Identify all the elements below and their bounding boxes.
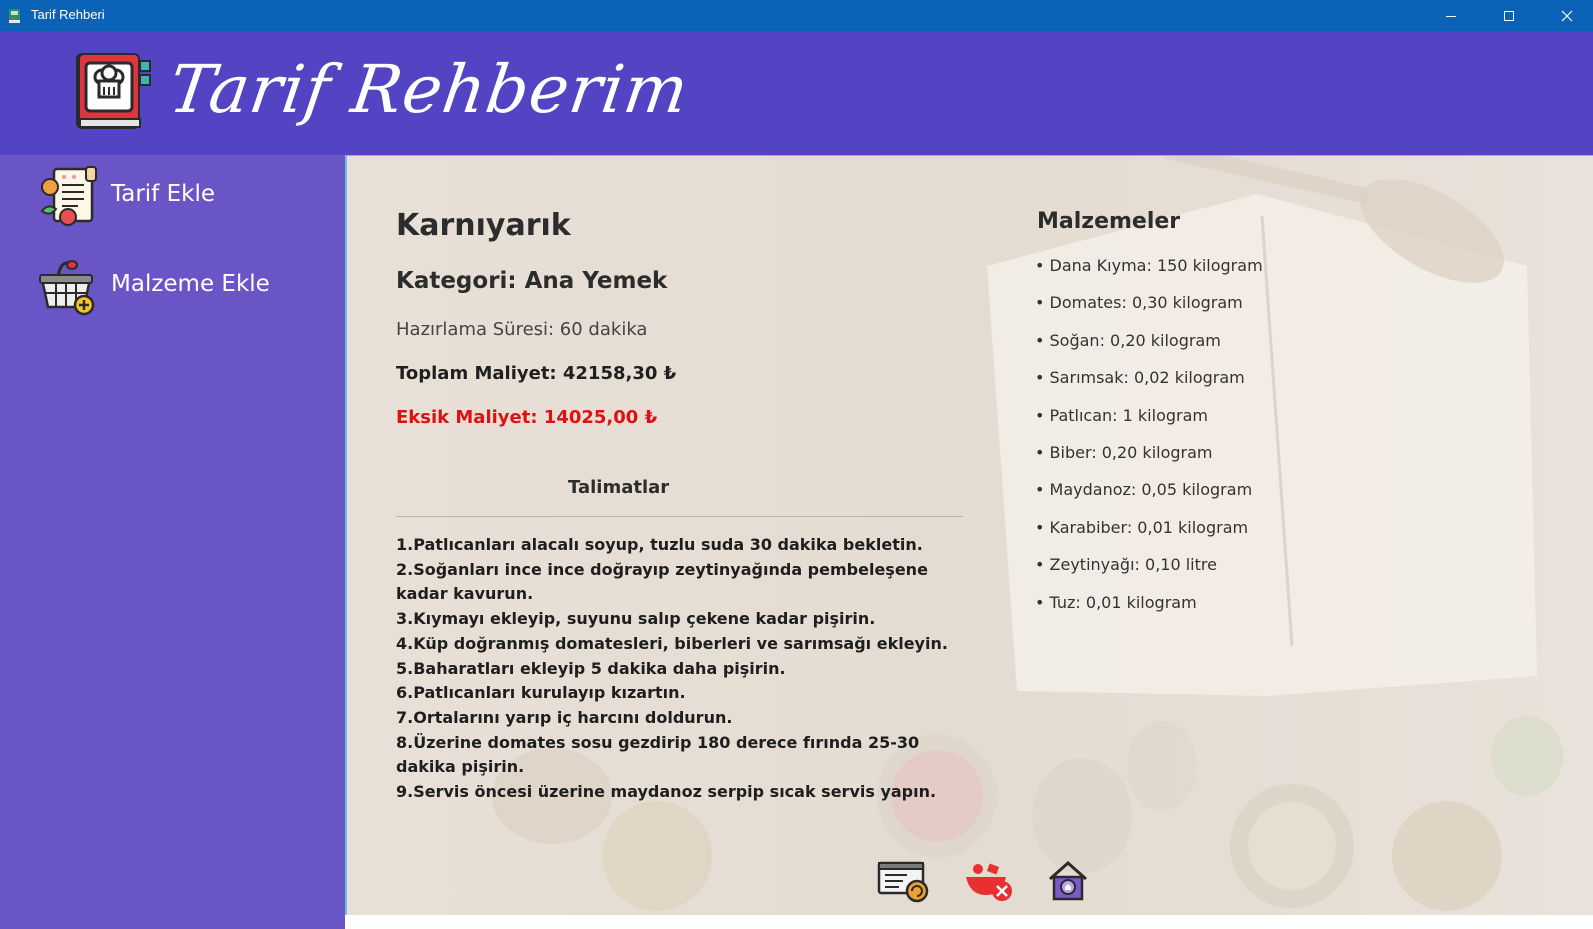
instructions-list: 1.Patlıcanları alacalı soyup, tuzlu suda… (396, 533, 966, 805)
ingredients-heading: Malzemeler (1037, 209, 1181, 234)
recipe-detail-panel: Karnıyarık Kategori: Ana Yemek Hazırlama… (345, 155, 1593, 915)
recipe-prep-time: Hazırlama Süresi: 60 dakika (396, 319, 648, 340)
instruction-step: 6.Patlıcanları kurulayıp kızartın. (396, 683, 686, 703)
ingredient-item: • Zeytinyağı: 0,10 litre (1035, 555, 1217, 575)
instruction-step: 1.Patlıcanları alacalı soyup, tuzlu suda… (396, 535, 923, 554)
delete-recipe-icon (966, 863, 1012, 901)
update-recipe-button[interactable] (877, 859, 931, 903)
title-bar: Tarif Rehberi (0, 0, 1593, 31)
instructions-divider (396, 516, 963, 517)
home-button[interactable] (1044, 859, 1098, 903)
ingredient-item: • Domates: 0,30 kilogram (1035, 293, 1243, 313)
sidebar-item-label: Malzeme Ekle (111, 271, 270, 297)
close-button[interactable] (1538, 0, 1593, 31)
ingredient-item: • Dana Kıyma: 150 kilogram (1035, 256, 1263, 275)
ingredient-item: • Maydanoz: 0,05 kilogram (1035, 480, 1253, 500)
minimize-button[interactable] (1422, 0, 1480, 31)
app-logo-text: Tarif Rehberim (164, 51, 694, 128)
instruction-step: 7.Ortalarını yarıp iç harcını doldurun. (396, 707, 733, 727)
delete-recipe-button[interactable] (962, 859, 1016, 903)
ingredient-item: • Soğan: 0,20 kilogram (1035, 330, 1221, 350)
instructions-heading: Talimatlar (568, 477, 670, 498)
recipe-title: Karnıyarık (396, 208, 571, 243)
basket-add-icon (39, 260, 95, 316)
instruction-step: 8.Üzerine domates sosu gezdirip 180 dere… (396, 732, 920, 777)
home-icon (1049, 860, 1087, 901)
minimize-icon (1446, 15, 1456, 17)
maximize-button[interactable] (1480, 0, 1538, 31)
recipe-document-icon (40, 166, 97, 226)
window-title: Tarif Rehberi (31, 7, 105, 22)
instruction-step: 5.Baharatları ekleyip 5 dakika daha pişi… (396, 658, 786, 678)
ingredient-item: • Karabiber: 0,01 kilogram (1035, 517, 1249, 537)
sidebar-item-label: Tarif Ekle (111, 181, 215, 207)
ingredient-item: • Sarımsak: 0,02 kilogram (1035, 368, 1245, 388)
recipe-category: Kategori: Ana Yemek (396, 268, 668, 294)
sidebar-item-malzeme-ekle[interactable]: Malzeme Ekle (0, 255, 345, 335)
bottom-strip (345, 915, 1593, 929)
ingredient-item: • Patlıcan: 1 kilogram (1035, 405, 1208, 425)
close-icon (1561, 10, 1573, 21)
maximize-icon (1504, 10, 1514, 21)
instruction-step: 3.Kıymayı ekleyip, suyunu salıp çekene k… (396, 609, 876, 629)
sidebar-item-tarif-ekle[interactable]: Tarif Ekle (0, 165, 345, 245)
ingredient-item: • Tuz: 0,01 kilogram (1035, 592, 1197, 612)
recipe-total-cost: Toplam Maliyet: 42158,30 ₺ (396, 363, 677, 384)
instruction-step: 9.Servis öncesi üzerine maydanoz serpip … (396, 782, 937, 802)
app-book-icon (9, 9, 20, 23)
app-header: Tarif Rehberim (0, 31, 1593, 155)
ingredients-list: • Dana Kıyma: 150 kilogram • Domates: 0,… (1035, 254, 1263, 628)
recipe-missing-cost: Eksik Maliyet: 14025,00 ₺ (396, 407, 658, 428)
update-recipe-icon (877, 861, 929, 903)
instruction-step: 2.Soğanları ince ince doğrayıp zeytinyağ… (396, 559, 928, 604)
instruction-step: 4.Küp doğranmış domatesleri, biberleri v… (396, 633, 948, 653)
ingredient-item: • Biber: 0,20 kilogram (1035, 442, 1213, 462)
recipe-book-chef-hat-icon (76, 53, 151, 129)
